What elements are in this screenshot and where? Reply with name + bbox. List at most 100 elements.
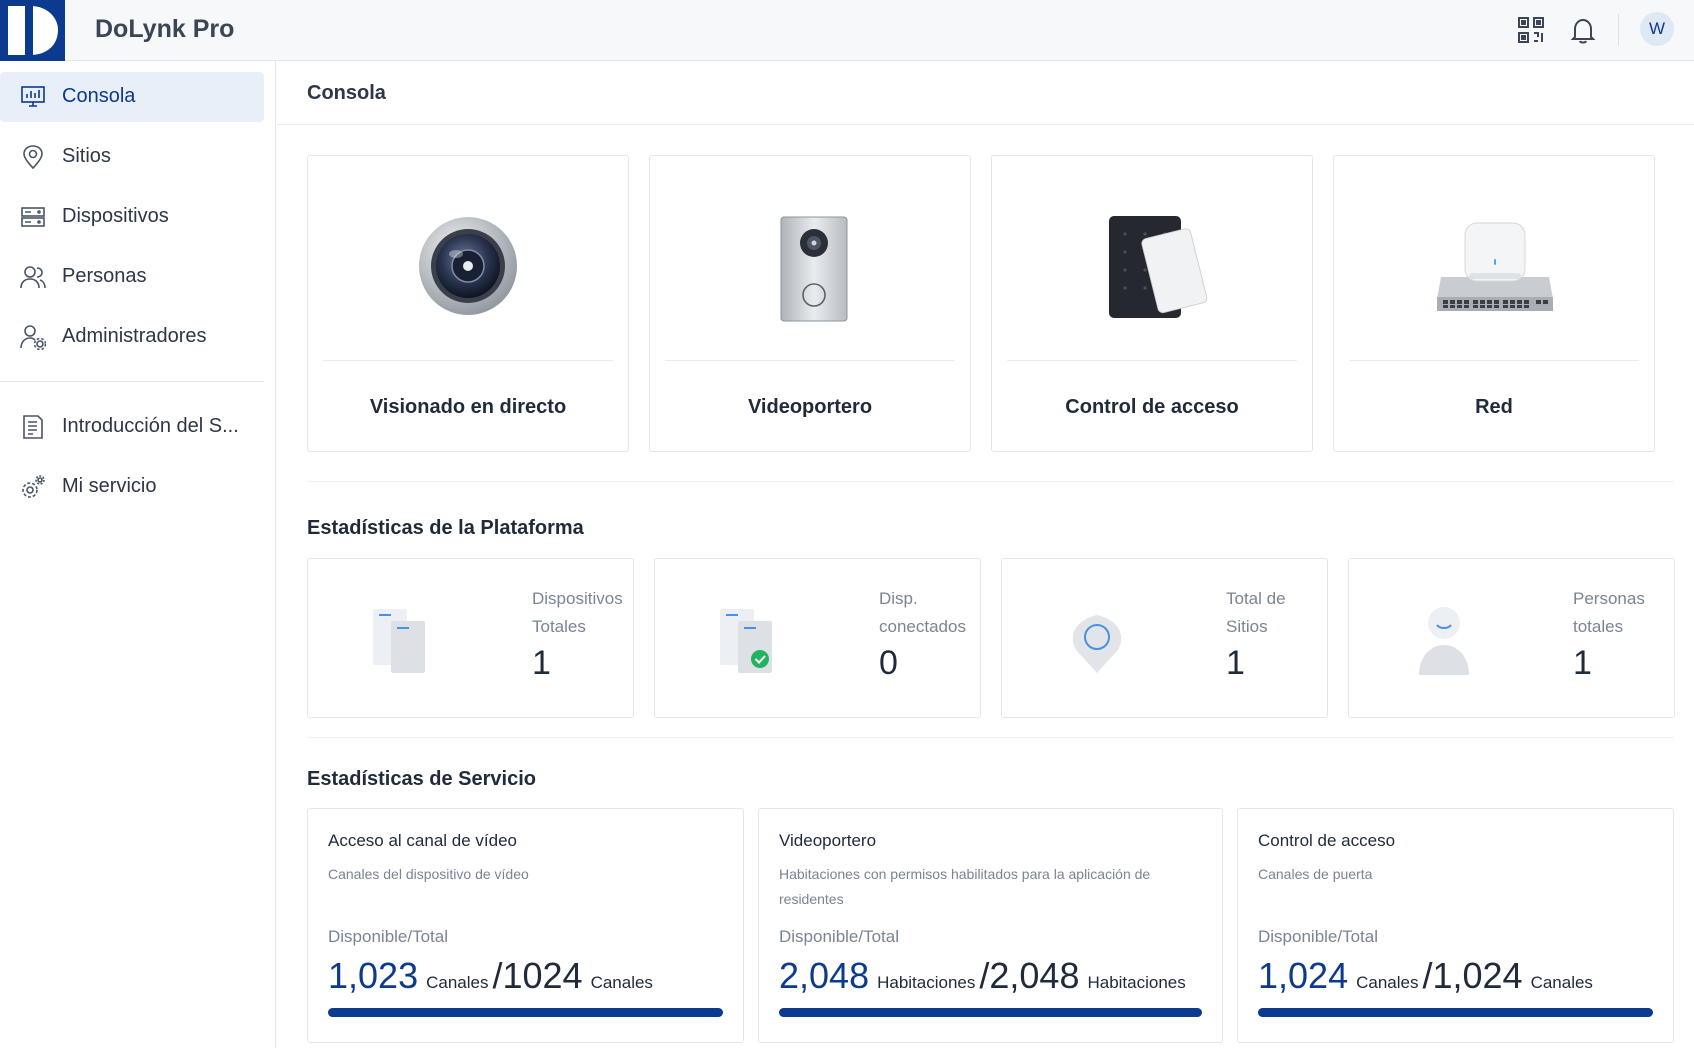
usage-progress-fill (779, 1008, 1202, 1017)
usage-progress-fill (328, 1008, 723, 1017)
header-separator (1618, 14, 1619, 46)
devices-icon (373, 609, 425, 673)
stat-card-connected[interactable]: Disp. conectados 0 (654, 558, 981, 718)
sidebar-item-administradores[interactable]: Administradores (0, 312, 264, 362)
feature-label: Visionado en directo (369, 396, 567, 418)
section-divider (307, 481, 1674, 482)
total-count: /1,024 (1422, 955, 1523, 996)
feature-card-control-acceso[interactable]: Control de acceso (991, 155, 1313, 452)
network-switch-icon (1437, 222, 1553, 311)
sidebar-item-label: Consola (62, 85, 136, 107)
users-icon (20, 264, 46, 290)
available-unit: Habitaciones (877, 973, 976, 992)
card-reader-icon (1109, 216, 1208, 318)
user-avatar[interactable]: W (1640, 12, 1674, 46)
service-card-access-control[interactable]: Control de acceso Canales de puerta Disp… (1237, 808, 1674, 1043)
feature-card-red[interactable]: Red (1333, 155, 1655, 452)
service-title: Videoportero (779, 831, 877, 850)
stat-card-sites[interactable]: Total de Sitios 1 (1001, 558, 1328, 718)
available-total-label: Disponible/Total (1258, 927, 1379, 946)
feature-image-area (323, 171, 613, 361)
section-divider (307, 737, 1674, 738)
title-divider (277, 124, 1694, 125)
total-unit: Canales (590, 973, 653, 992)
bell-icon[interactable] (1567, 14, 1599, 46)
feature-card-visionado[interactable]: Visionado en directo (307, 155, 629, 452)
sidebar-item-introduccion[interactable]: Introducción del S... (0, 402, 264, 452)
sidebar-item-label: Mi servicio (62, 475, 157, 497)
site-pin-icon (1072, 615, 1122, 673)
page-title: Consola (307, 82, 386, 104)
usage-progress-fill (1258, 1008, 1653, 1017)
feature-label: Red (1475, 396, 1513, 418)
server-rack-icon (20, 204, 46, 230)
sidebar-item-personas[interactable]: Personas (0, 252, 264, 302)
feature-image-area (665, 171, 955, 361)
service-stats-title: Estadísticas de Servicio (307, 768, 537, 790)
feature-image-area (1349, 171, 1639, 361)
available-count: 1,024 (1258, 955, 1349, 996)
app-title: DoLynk Pro (95, 15, 235, 43)
service-card-videoportero[interactable]: Videoportero Habitaciones con permisos h… (758, 808, 1223, 1043)
usage-progress-bar (328, 1008, 723, 1017)
available-count: 1,023 (328, 955, 419, 996)
service-counts: 1,023 Canales/1024 Canales (328, 955, 657, 997)
sidebar-item-label: Administradores (62, 325, 207, 347)
user-gear-icon (20, 324, 47, 351)
dolynk-logo[interactable] (0, 0, 65, 61)
main-content: Consola Visionado en directo Videoporter… (277, 61, 1694, 1048)
available-total-label: Disponible/Total (328, 927, 449, 946)
document-icon (20, 414, 46, 440)
sidebar-item-label: Introducción del S... (62, 415, 239, 437)
door-station-icon (780, 216, 848, 322)
service-description: Canales de puerta (1258, 866, 1373, 882)
stat-value: 1 (1573, 644, 1592, 682)
sidebar-item-dispositivos[interactable]: Dispositivos (0, 192, 264, 242)
service-card-video[interactable]: Acceso al canal de vídeo Canales del dis… (307, 808, 744, 1043)
service-title: Acceso al canal de vídeo (328, 831, 518, 850)
camera-lens-icon (419, 217, 517, 315)
monitor-chart-icon (20, 84, 46, 110)
stat-value: 1 (1226, 644, 1245, 682)
available-count: 2,048 (779, 955, 870, 996)
total-unit: Canales (1530, 973, 1593, 992)
service-counts: 2,048 Habitaciones/2,048 Habitaciones (779, 955, 1190, 997)
available-unit: Canales (1356, 973, 1419, 992)
sidebar-item-mi-servicio[interactable]: Mi servicio (0, 462, 264, 512)
stat-label: Disp. conectados (879, 589, 966, 636)
qr-code-icon[interactable] (1515, 14, 1547, 46)
stat-value: 0 (879, 644, 898, 682)
service-counts: 1,024 Canales/1,024 Canales (1258, 955, 1597, 997)
sidebar-item-sitios[interactable]: Sitios (0, 132, 264, 182)
location-pin-icon (20, 144, 46, 170)
stat-label: Total de Sitios (1226, 589, 1286, 636)
platform-stats-title: Estadísticas de la Plataforma (307, 517, 584, 539)
usage-progress-bar (779, 1008, 1202, 1017)
stat-label: Personas totales (1573, 589, 1645, 636)
sidebar-item-label: Sitios (62, 145, 111, 167)
stat-label: Dispositivos Totales (532, 589, 623, 636)
devices-connected-icon (720, 609, 772, 673)
sidebar-item-label: Personas (62, 265, 147, 287)
sidebar-divider (0, 381, 264, 382)
feature-label: Videoportero (747, 396, 873, 418)
sidebar: Consola Sitios Dispositivos Personas Adm… (0, 61, 276, 1048)
feature-card-videoportero[interactable]: Videoportero (649, 155, 971, 452)
person-icon (1419, 607, 1469, 675)
sidebar-item-consola[interactable]: Consola (0, 72, 264, 122)
usage-progress-bar (1258, 1008, 1653, 1017)
total-count: /1024 (492, 955, 583, 996)
gears-icon (20, 474, 46, 500)
sidebar-item-label: Dispositivos (62, 205, 169, 227)
total-count: /2,048 (979, 955, 1080, 996)
stat-card-persons[interactable]: Personas totales 1 (1348, 558, 1675, 718)
service-description: Habitaciones con permisos habilitados pa… (779, 866, 1151, 907)
top-header: DoLynk Pro W (0, 0, 1694, 61)
stat-card-devices[interactable]: Dispositivos Totales 1 (307, 558, 634, 718)
service-title: Control de acceso (1258, 831, 1396, 850)
feature-label: Control de acceso (1065, 396, 1239, 418)
total-unit: Habitaciones (1087, 973, 1186, 992)
available-total-label: Disponible/Total (779, 927, 900, 946)
available-unit: Canales (426, 973, 489, 992)
service-description: Canales del dispositivo de vídeo (328, 866, 529, 882)
